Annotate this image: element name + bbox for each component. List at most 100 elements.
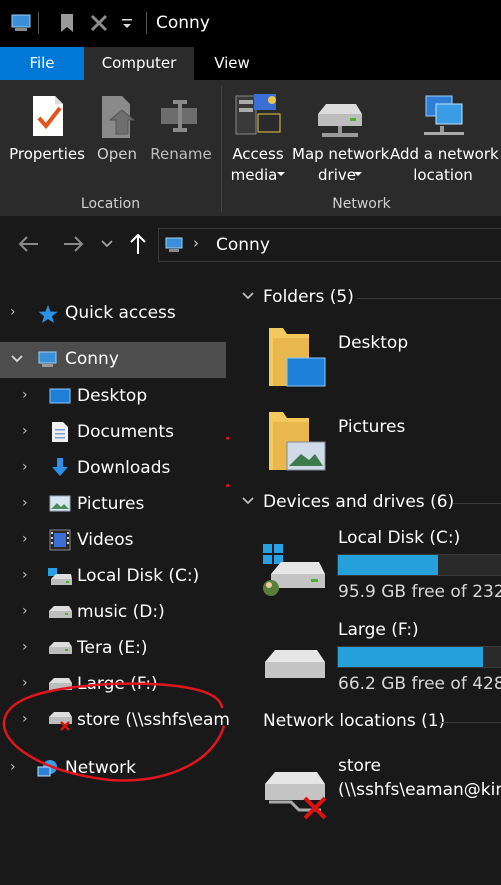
videos-icon xyxy=(49,529,71,551)
drive-free-space: 95.9 GB free of 232 G xyxy=(338,582,501,602)
chevron-right-icon[interactable]: › xyxy=(22,532,36,546)
drive-name: Large (F:) xyxy=(338,620,419,640)
access-media-icon xyxy=(235,94,281,135)
chevron-right-icon[interactable]: › xyxy=(22,496,36,510)
nav-item-desktop[interactable]: › Desktop xyxy=(0,379,228,415)
folder-name: Pictures xyxy=(338,417,406,437)
drive-icon xyxy=(49,642,72,654)
open-icon xyxy=(102,96,136,138)
network-location-store[interactable]: store (\\sshfs\eaman@kim xyxy=(259,752,501,832)
pictures-folder-icon xyxy=(269,412,326,471)
computer-icon[interactable] xyxy=(10,12,32,34)
group-location-label: Location xyxy=(80,196,141,212)
up-icon[interactable] xyxy=(128,232,148,256)
nav-item-local-disk-c[interactable]: › Local Disk (C:) xyxy=(0,559,228,595)
nav-item-conny[interactable]: Conny xyxy=(0,342,226,378)
add-network-location-button[interactable]: Add a network location xyxy=(390,86,499,190)
drive-icon xyxy=(49,606,72,618)
group-separator xyxy=(221,86,222,212)
dropdown-arrow-icon xyxy=(277,172,285,176)
chevron-right-icon[interactable]: › xyxy=(22,424,36,438)
system-drive-icon xyxy=(48,568,72,585)
tab-file[interactable]: File xyxy=(0,47,84,80)
navigation-pane: › Quick access Conny › Desktop › Documen… xyxy=(0,274,240,885)
folder-desktop[interactable]: Desktop xyxy=(259,318,499,396)
properties-button[interactable]: Properties xyxy=(6,86,88,190)
titlebar-divider xyxy=(38,12,39,34)
chevron-right-icon[interactable]: › xyxy=(22,388,36,402)
disconnected-network-drive-icon xyxy=(265,772,327,820)
map-network-drive-label-1: Map network xyxy=(292,145,390,163)
nav-label: Quick access xyxy=(65,303,176,323)
map-network-drive-button[interactable]: Map network drive xyxy=(292,86,390,190)
navigation-bar: › Conny xyxy=(0,216,501,274)
downloads-icon xyxy=(52,458,68,476)
folder-pictures[interactable]: Pictures xyxy=(259,402,499,480)
section-divider xyxy=(439,722,501,723)
chevron-right-icon[interactable]: › xyxy=(22,460,36,474)
ribbon-tabs: File Computer View xyxy=(0,47,501,80)
open-label: Open xyxy=(96,145,138,163)
nav-label: Documents xyxy=(77,422,174,442)
nav-label: Downloads xyxy=(77,458,171,478)
collapse-section-icon[interactable] xyxy=(241,291,255,301)
chevron-right-icon[interactable]: › xyxy=(10,305,24,319)
nav-label: Desktop xyxy=(77,386,148,406)
recent-locations-icon[interactable] xyxy=(100,239,114,249)
network-locations-section-header[interactable]: Network locations (1) xyxy=(263,711,445,731)
drive-usage-bar xyxy=(337,646,501,668)
access-media-button[interactable]: Access media xyxy=(226,86,290,190)
nav-item-downloads[interactable]: › Downloads xyxy=(0,451,228,487)
properties-qat-icon[interactable] xyxy=(58,13,76,33)
drive-large-f[interactable]: Large (F:) 66.2 GB free of 428 G xyxy=(259,616,501,698)
tab-computer[interactable]: Computer xyxy=(84,47,194,80)
nav-label: music (D:) xyxy=(77,602,165,622)
chevron-right-icon[interactable]: › xyxy=(22,640,36,654)
folder-name: Desktop xyxy=(338,333,409,353)
address-path[interactable]: Conny xyxy=(216,235,270,255)
nav-item-music-d[interactable]: › music (D:) xyxy=(0,595,228,631)
pictures-icon xyxy=(49,495,71,512)
nav-item-documents[interactable]: › Documents xyxy=(0,415,228,451)
chevron-down-icon[interactable] xyxy=(10,354,24,364)
rename-icon xyxy=(161,100,197,132)
rename-button[interactable]: Rename xyxy=(148,86,214,190)
devices-section-header[interactable]: Devices and drives (6) xyxy=(263,492,454,512)
properties-label: Properties xyxy=(9,145,85,163)
nav-item-pictures[interactable]: › Pictures xyxy=(0,487,228,523)
tab-view[interactable]: View xyxy=(194,47,270,80)
address-bar[interactable]: › Conny xyxy=(158,228,501,262)
open-button[interactable]: Open xyxy=(92,86,142,190)
computer-icon xyxy=(165,237,183,252)
drive-local-disk-c[interactable]: Local Disk (C:) 95.9 GB free of 232 G xyxy=(259,524,501,606)
title-bar: Conny xyxy=(0,0,501,47)
customize-qat-icon[interactable] xyxy=(121,17,133,31)
rename-label: Rename xyxy=(150,145,212,163)
titlebar-divider xyxy=(146,12,147,34)
access-media-label-1: Access xyxy=(232,145,284,163)
desktop-folder-icon xyxy=(269,328,326,387)
collapse-section-icon[interactable] xyxy=(241,496,255,506)
drive-icon xyxy=(265,650,325,678)
forward-icon[interactable] xyxy=(62,234,86,254)
folders-section-header[interactable]: Folders (5) xyxy=(263,287,354,307)
chevron-right-icon[interactable]: › xyxy=(22,604,36,618)
content-pane: Folders (5) Desktop Pictures Devices and… xyxy=(229,274,501,885)
back-icon[interactable] xyxy=(16,234,40,254)
drive-usage-fill xyxy=(338,647,483,667)
nav-label: Videos xyxy=(77,530,134,550)
dropdown-arrow-icon xyxy=(354,172,362,176)
window-title: Conny xyxy=(156,13,210,33)
nav-item-videos[interactable]: › Videos xyxy=(0,523,228,559)
star-icon xyxy=(38,305,58,323)
ribbon: Properties Open Rename Access media Map … xyxy=(0,80,501,216)
nav-item-quick-access[interactable]: › Quick access xyxy=(0,296,228,332)
nav-item-tera-e[interactable]: › Tera (E:) xyxy=(0,631,228,667)
breadcrumb-chevron-icon: › xyxy=(193,234,199,252)
delete-icon[interactable] xyxy=(90,14,108,32)
network-location-path: (\\sshfs\eaman@kim xyxy=(338,780,501,800)
add-network-location-icon xyxy=(424,95,464,135)
nav-label: Pictures xyxy=(77,494,145,514)
chevron-right-icon[interactable]: › xyxy=(22,568,36,582)
properties-icon xyxy=(33,96,63,136)
